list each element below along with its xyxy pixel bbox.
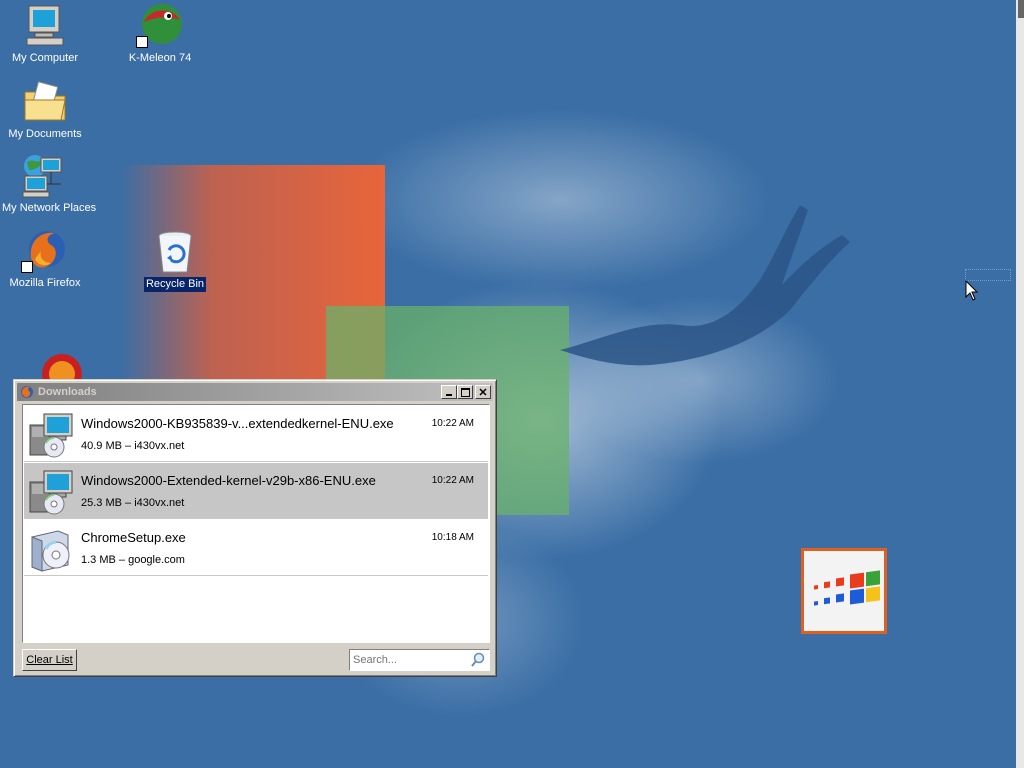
partial-hidden-icon bbox=[40, 352, 84, 382]
firefox-icon bbox=[21, 386, 33, 398]
minimize-icon bbox=[446, 394, 452, 396]
download-filename: Windows2000-KB935839-v...extendedkernel-… bbox=[81, 416, 394, 431]
desktop-icon-firefox[interactable]: Mozilla Firefox bbox=[0, 227, 90, 291]
downloads-list[interactable]: Windows2000-KB935839-v...extendedkernel-… bbox=[22, 404, 490, 643]
mouse-pointer-icon bbox=[965, 280, 979, 301]
shortcut-arrow-icon bbox=[136, 36, 148, 48]
desktop-icon-label: Recycle Bin bbox=[143, 277, 207, 292]
download-item[interactable]: Windows2000-KB935839-v...extendedkernel-… bbox=[24, 406, 488, 462]
installer-icon bbox=[29, 470, 73, 515]
wallpaper-diver-silhouette bbox=[560, 205, 850, 366]
minimize-button[interactable] bbox=[441, 385, 457, 399]
download-time: 10:22 AM bbox=[431, 418, 474, 429]
search-icon[interactable] bbox=[470, 652, 486, 668]
download-time: 10:18 AM bbox=[431, 532, 474, 543]
desktop-icon-recycle-bin[interactable]: Recycle Bin bbox=[130, 228, 220, 292]
firefox-icon bbox=[21, 227, 69, 275]
download-meta: 40.9 MB – i430vx.net bbox=[81, 440, 185, 452]
my-documents-icon bbox=[21, 78, 69, 126]
downloads-window[interactable]: Downloads Windows2000-KB935839-v...exten… bbox=[13, 379, 497, 677]
desktop-icon-network-places[interactable]: My Network Places bbox=[0, 152, 96, 216]
scroll-mark bbox=[1018, 0, 1024, 18]
desktop-icon-my-computer[interactable]: My Computer bbox=[0, 2, 90, 66]
download-filename: ChromeSetup.exe bbox=[81, 530, 186, 545]
right-edge-strip bbox=[1016, 0, 1024, 768]
network-places-icon bbox=[21, 152, 69, 200]
desktop-icon-label: My Computer bbox=[11, 52, 79, 64]
close-button[interactable] bbox=[475, 385, 491, 399]
window-title: Downloads bbox=[38, 386, 97, 398]
download-filename: Windows2000-Extended-kernel-v29b-x86-ENU… bbox=[81, 473, 376, 488]
download-meta: 1.3 MB – google.com bbox=[81, 554, 185, 566]
search-input[interactable] bbox=[353, 652, 465, 668]
maximize-button[interactable] bbox=[457, 385, 473, 399]
my-computer-icon bbox=[21, 2, 69, 50]
shortcut-arrow-icon bbox=[21, 261, 33, 273]
desktop-icon-label: My Network Places bbox=[2, 202, 97, 214]
downloads-titlebar[interactable]: Downloads bbox=[17, 383, 493, 401]
clear-list-button[interactable]: Clear List bbox=[22, 649, 77, 671]
desktop-icon-label: My Documents bbox=[8, 128, 82, 140]
maximize-icon bbox=[461, 388, 470, 397]
setup-cd-icon bbox=[31, 530, 70, 572]
desktop-icon-label: Mozilla Firefox bbox=[9, 277, 81, 289]
download-time: 10:22 AM bbox=[431, 475, 474, 486]
download-item[interactable]: Windows2000-Extended-kernel-v29b-x86-ENU… bbox=[24, 463, 488, 519]
k-meleon-icon bbox=[136, 2, 184, 50]
download-meta: 25.3 MB – i430vx.net bbox=[81, 497, 185, 509]
close-icon bbox=[479, 388, 487, 396]
windows-2000-logo bbox=[801, 548, 887, 634]
download-item[interactable]: ChromeSetup.exe 1.3 MB – google.com 10:1… bbox=[24, 520, 488, 576]
installer-icon bbox=[29, 413, 73, 458]
desktop-icon-k-meleon[interactable]: K-Meleon 74 bbox=[115, 2, 205, 66]
recycle-bin-icon bbox=[151, 228, 199, 276]
search-field[interactable] bbox=[349, 649, 490, 671]
desktop-icon-my-documents[interactable]: My Documents bbox=[0, 78, 90, 142]
desktop-icon-label: K-Meleon 74 bbox=[128, 52, 192, 64]
